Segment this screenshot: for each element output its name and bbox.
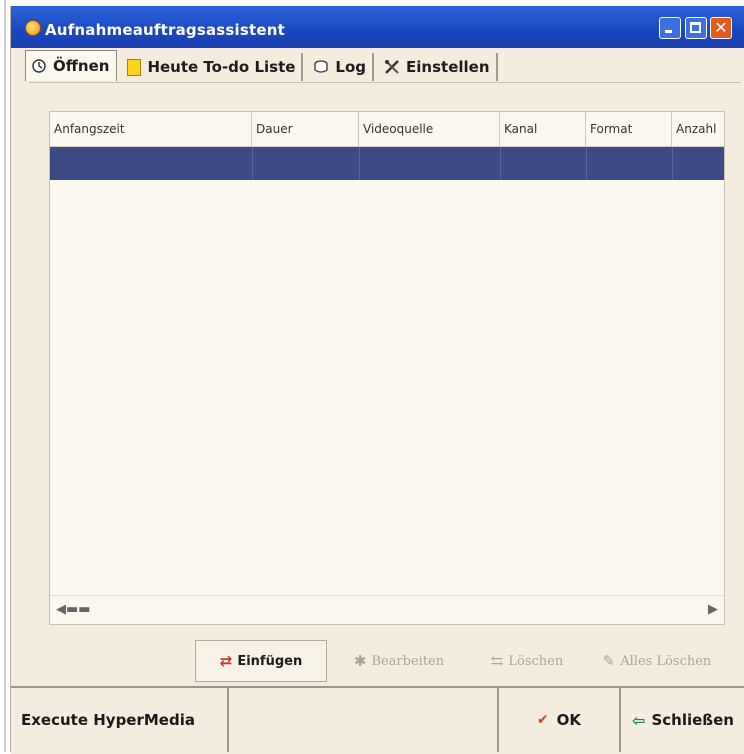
tab-label: Öffnen	[53, 57, 110, 75]
minimize-button[interactable]	[659, 17, 681, 39]
row-separator	[500, 147, 501, 180]
column-header[interactable]: Videoquelle	[359, 112, 500, 146]
column-header[interactable]: Anzahl	[672, 112, 724, 146]
row-separator	[586, 147, 587, 180]
column-header[interactable]: Anfangszeit	[50, 112, 252, 146]
tools-icon	[384, 59, 400, 75]
note-icon	[127, 58, 142, 76]
column-header[interactable]: Dauer	[252, 112, 359, 146]
check-icon: ✔	[536, 712, 549, 728]
delete-all-label: Alles Löschen	[620, 653, 712, 669]
delete-all-icon: ✎	[602, 652, 616, 670]
ok-label: OK	[556, 711, 582, 729]
close-dialog-button[interactable]: ⇦ Schließen	[621, 688, 744, 752]
tab-label: Log	[335, 58, 367, 76]
scroll-right-icon[interactable]: ▶	[708, 602, 718, 617]
column-header[interactable]: Format	[586, 112, 672, 146]
row-separator	[672, 147, 673, 180]
action-buttons: ⇄ Einfügen ✱ Bearbeiten ⇆ Löschen ✎ Alle…	[195, 640, 731, 682]
tab-heute-todo[interactable]: Heute To-do Liste	[121, 53, 304, 81]
edit-label: Bearbeiten	[371, 653, 445, 669]
scroll-left-icon[interactable]: ◀▬▬	[56, 602, 91, 617]
ok-button[interactable]: ✔ OK	[499, 688, 621, 752]
delete-label: Löschen	[508, 653, 564, 669]
execute-label: Execute HyperMedia	[21, 711, 195, 729]
edit-button[interactable]: ✱ Bearbeiten	[327, 640, 471, 682]
app-icon	[25, 20, 41, 36]
insert-button[interactable]: ⇄ Einfügen	[195, 640, 327, 682]
tab-bar: Öffnen Heute To-do Liste Log Einstellen	[25, 49, 502, 81]
edit-icon: ✱	[353, 652, 367, 670]
row-separator	[252, 147, 253, 180]
tab-label: Einstellen	[406, 58, 490, 76]
tab-oeffnen[interactable]: Öffnen	[25, 50, 118, 81]
assistant-window: Aufnahmeauftragsassistent ✕ Öffnen Heute…	[10, 6, 744, 754]
left-border	[4, 0, 6, 752]
close-label: Schließen	[651, 711, 734, 729]
delete-icon: ⇆	[490, 652, 504, 670]
horizontal-scrollbar[interactable]: ◀▬▬ ▶	[50, 595, 724, 624]
recording-list[interactable]: Anfangszeit Dauer Videoquelle Kanal Form…	[49, 111, 725, 625]
maximize-button[interactable]	[685, 17, 707, 39]
screen: Aufnahmeauftragsassistent ✕ Öffnen Heute…	[0, 0, 744, 754]
delete-all-button[interactable]: ✎ Alles Löschen	[583, 640, 731, 682]
table-row[interactable]	[50, 147, 724, 180]
close-button[interactable]: ✕	[710, 17, 732, 39]
title-bar[interactable]: Aufnahmeauftragsassistent ✕	[11, 6, 744, 48]
insert-icon: ⇄	[219, 652, 233, 670]
clock-icon	[31, 58, 47, 74]
insert-label: Einfügen	[237, 653, 303, 669]
tab-label: Heute To-do Liste	[147, 58, 296, 76]
row-separator	[359, 147, 360, 180]
delete-button[interactable]: ⇆ Löschen	[471, 640, 583, 682]
window-title: Aufnahmeauftragsassistent	[45, 21, 286, 39]
tab-panel: Anfangszeit Dauer Videoquelle Kanal Form…	[29, 82, 741, 633]
execute-hypermedia-button[interactable]: Execute HyperMedia	[11, 688, 229, 752]
tab-log[interactable]: Log	[307, 53, 375, 81]
log-icon	[313, 59, 329, 75]
table-header: Anfangszeit Dauer Videoquelle Kanal Form…	[50, 112, 724, 147]
status-empty-cell	[229, 688, 499, 752]
status-bar: Execute HyperMedia ✔ OK ⇦ Schließen	[11, 686, 744, 754]
tab-einstellen[interactable]: Einstellen	[378, 53, 498, 81]
exit-door-icon: ⇦	[632, 710, 646, 730]
column-header[interactable]: Kanal	[500, 112, 586, 146]
